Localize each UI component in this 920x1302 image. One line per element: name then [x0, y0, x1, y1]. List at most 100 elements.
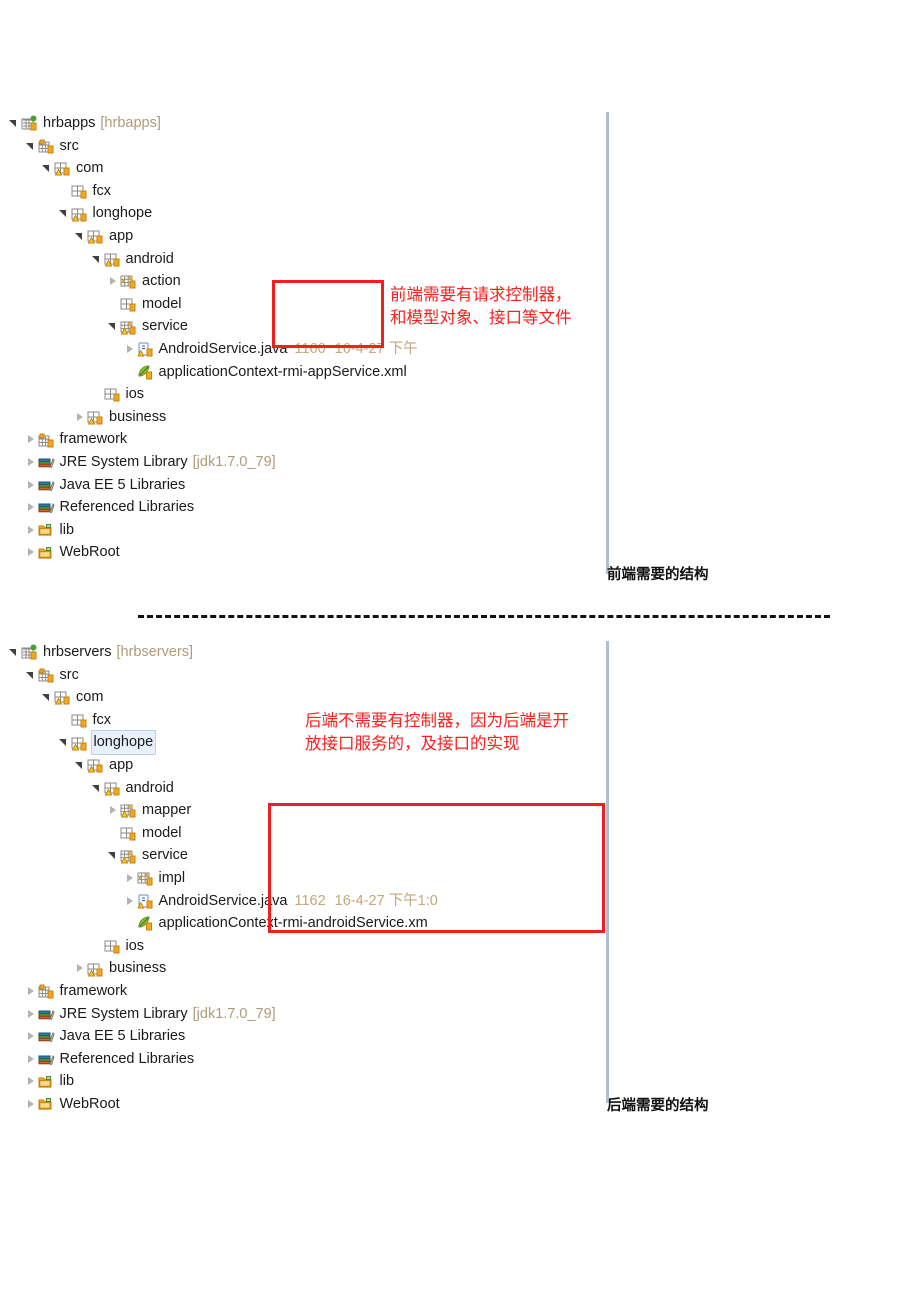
- tree-label-wrap: mapper: [142, 799, 191, 822]
- tree-row[interactable]: lib: [0, 519, 920, 542]
- tree-row[interactable]: applicationContext-rmi-androidService.xm: [0, 912, 920, 935]
- tree-row[interactable]: WebRoot: [0, 541, 920, 564]
- chevron-down-icon[interactable]: [8, 641, 21, 664]
- package-warn-icon: [54, 160, 72, 176]
- chevron-right-icon[interactable]: [25, 428, 38, 451]
- tree-row[interactable]: mapper: [0, 799, 920, 822]
- chevron-right-icon[interactable]: [107, 270, 120, 293]
- tree-scroll-divider-back[interactable]: [606, 641, 609, 1103]
- tree-row[interactable]: src: [0, 664, 920, 687]
- tree-row[interactable]: WebRoot: [0, 1093, 920, 1116]
- chevron-right-icon[interactable]: [25, 1070, 38, 1093]
- package-warn-full-icon: [120, 802, 138, 818]
- chevron-right-icon[interactable]: [25, 519, 38, 542]
- tree-row[interactable]: AndroidService.java 1160 16-4-27 下午: [0, 338, 920, 361]
- chevron-down-icon[interactable]: [8, 112, 21, 135]
- chevron-right-icon[interactable]: [25, 1093, 38, 1116]
- chevron-right-icon[interactable]: [25, 1025, 38, 1048]
- tree-item-label: Referenced Libraries: [59, 1050, 195, 1067]
- tree-row[interactable]: model: [0, 822, 920, 845]
- chevron-right-icon[interactable]: [124, 867, 137, 890]
- tree-row[interactable]: applicationContext-rmi-appService.xml: [0, 361, 920, 384]
- tree-row[interactable]: fcx: [0, 180, 920, 203]
- section-divider: [138, 615, 830, 618]
- tree-row[interactable]: AndroidService.java 1162 16-4-27 下午1:0: [0, 890, 920, 913]
- chevron-down-icon[interactable]: [107, 315, 120, 338]
- package-explorer-tree-front-end[interactable]: hrbapps [hrbapps] src com fcx longhope ap…: [0, 112, 920, 564]
- tree-row[interactable]: JRE System Library [jdk1.7.0_79]: [0, 451, 920, 474]
- tree-row[interactable]: Java EE 5 Libraries: [0, 1025, 920, 1048]
- tree-scroll-divider-front[interactable]: [606, 112, 609, 574]
- chevron-right-icon[interactable]: [124, 338, 137, 361]
- tree-row[interactable]: src: [0, 135, 920, 158]
- tree-row[interactable]: hrbservers [hrbservers]: [0, 641, 920, 664]
- tree-row[interactable]: hrbapps [hrbapps]: [0, 112, 920, 135]
- chevron-right-icon[interactable]: [25, 1003, 38, 1026]
- chevron-down-icon[interactable]: [58, 731, 71, 754]
- chevron-right-icon[interactable]: [25, 541, 38, 564]
- package-icon: [71, 712, 89, 728]
- chevron-right-icon[interactable]: [25, 451, 38, 474]
- tree-row[interactable]: Referenced Libraries: [0, 1048, 920, 1071]
- tree-row[interactable]: framework: [0, 980, 920, 1003]
- chevron-down-icon[interactable]: [91, 248, 104, 271]
- tree-row[interactable]: app: [0, 225, 920, 248]
- chevron-right-icon[interactable]: [25, 980, 38, 1003]
- tree-item-label: business: [109, 408, 167, 425]
- tree-row[interactable]: longhope: [0, 202, 920, 225]
- chevron-right-icon[interactable]: [74, 406, 87, 429]
- tree-row[interactable]: android: [0, 248, 920, 271]
- library-icon: [38, 454, 56, 470]
- chevron-down-icon[interactable]: [41, 157, 54, 180]
- library-icon: [38, 499, 56, 515]
- tree-row[interactable]: JRE System Library [jdk1.7.0_79]: [0, 1003, 920, 1026]
- tree-row[interactable]: lib: [0, 1070, 920, 1093]
- chevron-down-icon[interactable]: [74, 225, 87, 248]
- tree-row[interactable]: framework: [0, 428, 920, 451]
- tree-row[interactable]: com: [0, 686, 920, 709]
- tree-label-wrap: android: [126, 777, 174, 800]
- tree-label-wrap: AndroidService.java: [159, 890, 288, 913]
- tree-row[interactable]: android: [0, 777, 920, 800]
- chevron-down-icon[interactable]: [25, 135, 38, 158]
- chevron-right-icon[interactable]: [107, 799, 120, 822]
- chevron-down-icon[interactable]: [41, 686, 54, 709]
- chevron-down-icon[interactable]: [74, 754, 87, 777]
- library-icon: [38, 1051, 56, 1067]
- tree-item-label: Java EE 5 Libraries: [59, 1028, 186, 1045]
- tree-item-label: model: [142, 295, 182, 312]
- chevron-down-icon[interactable]: [107, 844, 120, 867]
- tree-row[interactable]: ios: [0, 383, 920, 406]
- tree-row[interactable]: com: [0, 157, 920, 180]
- package-icon: [120, 296, 138, 312]
- tree-row[interactable]: service: [0, 844, 920, 867]
- package-warn-icon: [87, 757, 105, 773]
- tree-row[interactable]: app: [0, 754, 920, 777]
- tree-row[interactable]: ios: [0, 935, 920, 958]
- chevron-right-icon[interactable]: [25, 1048, 38, 1071]
- tree-item-qualifier: [jdk1.7.0_79]: [192, 453, 276, 470]
- tree-row[interactable]: Referenced Libraries: [0, 496, 920, 519]
- chevron-right-icon[interactable]: [25, 474, 38, 497]
- chevron-down-icon[interactable]: [25, 664, 38, 687]
- chevron-down-icon[interactable]: [91, 777, 104, 800]
- tree-label-wrap: fcx: [93, 180, 112, 203]
- tree-row[interactable]: business: [0, 406, 920, 429]
- chevron-right-icon[interactable]: [124, 890, 137, 913]
- chevron-right-icon[interactable]: [25, 496, 38, 519]
- tree-row[interactable]: impl: [0, 867, 920, 890]
- chevron-right-icon[interactable]: [74, 957, 87, 980]
- tree-row[interactable]: Java EE 5 Libraries: [0, 474, 920, 497]
- chevron-down-icon[interactable]: [58, 202, 71, 225]
- tree-label-wrap: applicationContext-rmi-androidService.xm: [159, 912, 428, 935]
- tree-label-wrap: ios: [126, 383, 145, 406]
- tree-row[interactable]: business: [0, 957, 920, 980]
